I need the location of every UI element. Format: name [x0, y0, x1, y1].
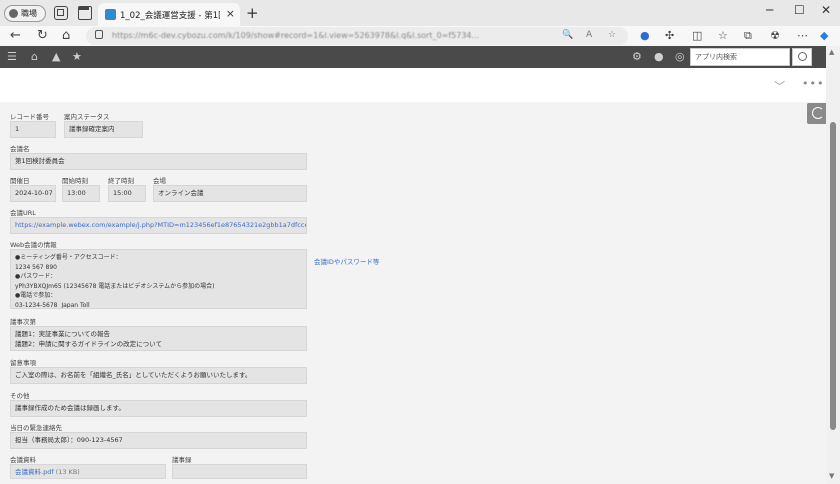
record-number-label: レコード番号 [10, 113, 49, 121]
kintone-header: ☰ ⌂ ▲ ★ ⚙ ● ◎ アプリ内検索 [0, 46, 826, 68]
meeting-url-label: 会議URL [10, 209, 36, 217]
profile-button[interactable]: 職場 [4, 5, 46, 22]
minutes-value [172, 464, 307, 479]
favorites-star-icon[interactable]: ★ [72, 50, 82, 63]
favorites-icon[interactable]: ☆ [718, 29, 728, 42]
menu-icon[interactable]: ☰ [7, 50, 17, 63]
web-info-link[interactable]: 会議IDやパスワード等 [314, 256, 379, 266]
help-icon[interactable]: ● [654, 50, 664, 63]
tab-actions-icon[interactable] [78, 6, 92, 20]
date-label: 開催日 [10, 177, 30, 185]
vertical-scrollbar[interactable]: ▲ ▼ [826, 46, 840, 484]
date-value: 2024-10-07 [10, 185, 56, 202]
collections-icon[interactable]: ⧉ [744, 29, 752, 43]
materials-file-link[interactable]: 会議資料.pdf [15, 468, 54, 476]
app-search-input[interactable]: アプリ内検索 [690, 48, 790, 66]
notes-value: ご入室の際は、お名前を「組織名_氏名」としていただくようお願いいたします。 [10, 367, 307, 384]
address-url: https://m6c-dev.cybozu.com/k/109/show#re… [112, 31, 480, 40]
browser-toolbar: ← ↻ ⌂ https://m6c-dev.cybozu.com/k/109/s… [0, 26, 840, 46]
other-label: その他 [10, 392, 30, 400]
profile-label: 職場 [21, 9, 37, 18]
materials-label: 会議資料 [10, 456, 36, 464]
lock-icon [95, 30, 103, 39]
workspaces-icon[interactable] [54, 6, 68, 20]
extension-puzzle-icon[interactable]: ✣ [665, 29, 674, 42]
meeting-name-value: 第1回検討委員会 [10, 153, 307, 170]
start-time-value: 13:00 [62, 185, 100, 202]
materials-attachment: 会議資料.pdf (13 KB) [10, 464, 166, 479]
read-aloud-icon[interactable]: A [586, 30, 592, 40]
profile-avatar-icon [9, 9, 18, 18]
materials-file-size: (13 KB) [55, 468, 80, 476]
kintone-favicon-icon [105, 9, 116, 20]
refresh-icon[interactable]: ↻ [37, 28, 48, 43]
meeting-url-link[interactable]: https://example.webex.com/example/j.php?… [10, 217, 307, 234]
browser-tab-strip: 職場 1_02_会議運営支援 - 第1回検討会 × + ─ ☐ ✕ [0, 0, 840, 26]
copilot-icon[interactable]: ◆ [820, 29, 828, 42]
extension-icon[interactable]: ☢ [770, 29, 780, 42]
scrollbar-thumb[interactable] [830, 122, 836, 430]
user-icon[interactable]: ◎ [675, 50, 685, 63]
meeting-name-label: 会議名 [10, 145, 30, 153]
start-time-label: 開始時刻 [62, 177, 88, 185]
maximize-icon[interactable]: ☐ [794, 3, 805, 17]
window-close-icon[interactable]: ✕ [821, 3, 831, 17]
end-time-value: 15:00 [108, 185, 146, 202]
settings-more-icon[interactable]: ⋯ [797, 29, 808, 42]
agenda-label: 議事次第 [10, 318, 36, 326]
split-screen-icon[interactable]: ◫ [692, 29, 702, 42]
notification-bell-icon[interactable]: ▲ [52, 50, 60, 63]
chevron-down-icon[interactable]: ﹀ [774, 78, 785, 94]
contact-value: 担当（事務局太郎）：090-123-4567 [10, 432, 307, 449]
venue-value: オンライン会議 [153, 185, 307, 202]
venue-label: 会場 [153, 177, 166, 185]
settings-gear-icon[interactable]: ⚙ [632, 50, 642, 63]
record-toolbar: ﹀ ••• [0, 68, 826, 102]
web-info-value: ●ミーティング番号・アクセスコード： 1234 567 890 ●パスワード： … [10, 249, 307, 309]
scroll-down-icon[interactable]: ▼ [829, 472, 834, 480]
home-icon[interactable]: ⌂ [62, 28, 70, 43]
extension-shield-icon[interactable]: ● [640, 29, 650, 42]
contact-label: 当日の緊急連絡先 [10, 424, 62, 432]
more-options-icon[interactable]: ••• [802, 77, 824, 90]
address-bar[interactable]: https://m6c-dev.cybozu.com/k/109/show#re… [86, 27, 628, 45]
other-value: 議事録作成のため会議は録画します。 [10, 400, 307, 417]
agenda-value: 議題1：実証事業についての報告 議題2：申請に関するガイドラインの改定について [10, 326, 307, 351]
notes-label: 留意事項 [10, 359, 36, 367]
favorite-star-icon[interactable]: ☆ [608, 30, 616, 40]
zoom-icon[interactable]: 🔍 [562, 30, 573, 40]
browser-tab-active[interactable]: 1_02_会議運営支援 - 第1回検討会 × [98, 3, 240, 26]
new-tab-button[interactable]: + [246, 4, 259, 22]
record-number-value: 1 [10, 121, 56, 138]
status-label: 案内ステータス [64, 113, 110, 121]
status-value: 議事録確定案内 [64, 121, 143, 138]
end-time-label: 終了時刻 [108, 177, 134, 185]
minutes-label: 議事録 [172, 456, 192, 464]
search-icon[interactable] [792, 48, 812, 66]
back-icon[interactable]: ← [10, 28, 21, 43]
scroll-up-icon[interactable]: ▲ [829, 48, 834, 56]
home-icon[interactable]: ⌂ [31, 50, 38, 63]
tab-title: 1_02_会議運営支援 - 第1回検討会 [120, 11, 220, 21]
tab-close-icon[interactable]: × [226, 7, 235, 20]
web-info-label: Web会議の情報 [10, 241, 57, 249]
minimize-icon[interactable]: ─ [766, 3, 773, 17]
